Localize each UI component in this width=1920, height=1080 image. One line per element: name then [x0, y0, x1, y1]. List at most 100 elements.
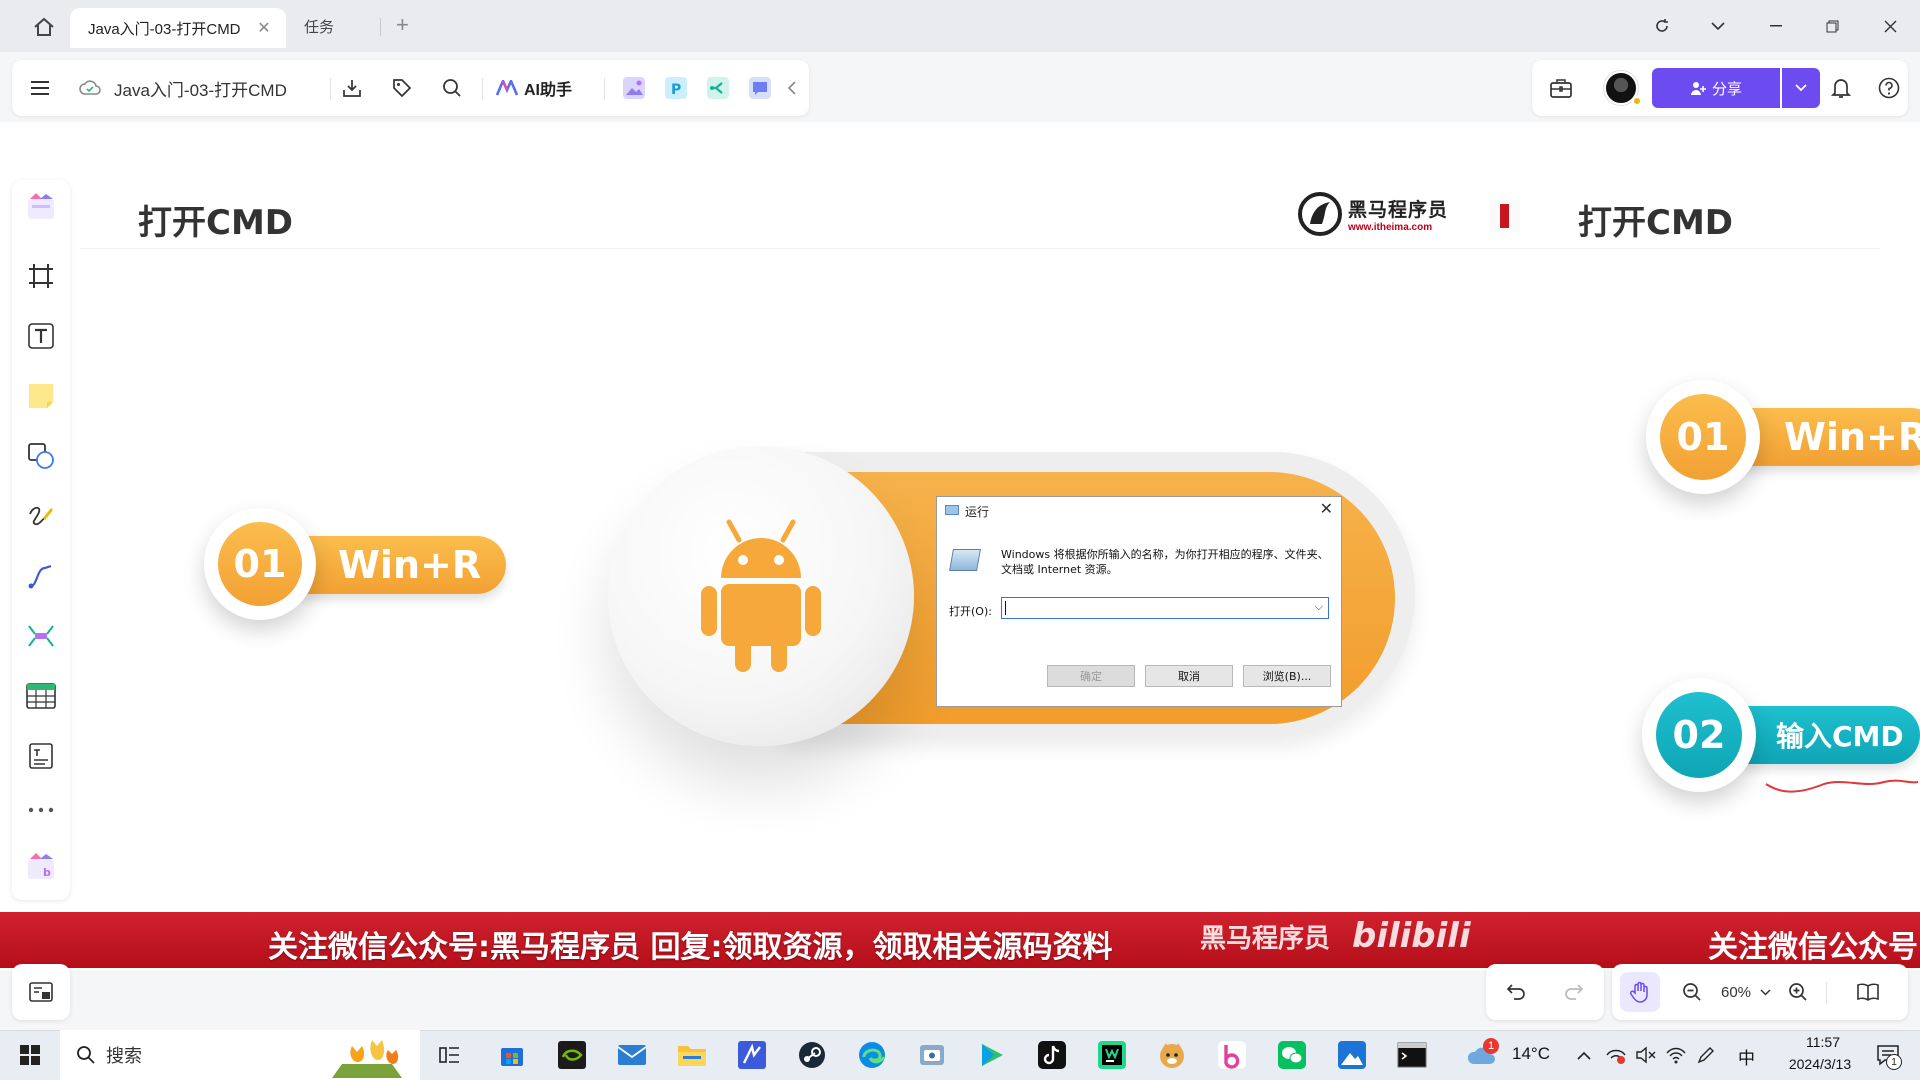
step-1-circle-right: 01: [1646, 380, 1760, 494]
user-add-icon: [1690, 82, 1706, 95]
zoom-dropdown-icon[interactable]: [1756, 978, 1774, 1006]
tulip-decoration-icon: [332, 1040, 402, 1078]
bilibili-icon[interactable]: [1216, 1039, 1248, 1071]
file-explorer-icon[interactable]: [676, 1039, 708, 1071]
connector-icon[interactable]: [25, 560, 57, 592]
edge-icon[interactable]: [856, 1039, 888, 1071]
video-player-icon[interactable]: [976, 1039, 1008, 1071]
zoom-in-icon[interactable]: [1782, 978, 1814, 1006]
tool-rail: b: [12, 180, 70, 900]
toolbar-divider: [604, 78, 605, 100]
restore-icon[interactable]: [1814, 12, 1850, 40]
menu-icon[interactable]: [26, 74, 54, 102]
undo-icon[interactable]: [1500, 978, 1532, 1006]
document-title[interactable]: Java入门-03-打开CMD: [114, 74, 314, 102]
book-icon[interactable]: [1852, 978, 1884, 1006]
chevron-down-icon[interactable]: [1700, 12, 1736, 40]
tab-document[interactable]: Java入门-03-打开CMD ✕: [70, 8, 286, 48]
logo-brand-text: 黑马程序员: [1348, 200, 1449, 221]
slide-title-right: 打开CMD: [1578, 203, 1734, 243]
more-icon[interactable]: [25, 794, 57, 826]
home-icon[interactable]: [28, 14, 60, 40]
taskbar-search-label: 搜索: [106, 1046, 142, 1066]
mail-icon[interactable]: [616, 1039, 648, 1071]
cloud-sync-icon: [78, 74, 102, 102]
table-icon[interactable]: [25, 680, 57, 712]
pen-icon[interactable]: [25, 500, 57, 532]
clock-time[interactable]: 11:57: [1788, 1034, 1858, 1050]
share-dropdown[interactable]: [1782, 68, 1820, 108]
sticky-note-icon[interactable]: [25, 380, 57, 412]
app-blue-icon[interactable]: [736, 1039, 768, 1071]
document-icon[interactable]: [25, 740, 57, 772]
close-window-icon[interactable]: [1872, 12, 1908, 40]
new-tab-icon[interactable]: +: [396, 12, 409, 38]
red-accent-mark: [1500, 204, 1509, 228]
store-icon[interactable]: [496, 1039, 528, 1071]
redo-icon[interactable]: [1558, 978, 1590, 1006]
intellij-icon[interactable]: [1096, 1039, 1128, 1071]
search-icon: [77, 1046, 95, 1064]
ai-assistant-button[interactable]: AI助手: [496, 74, 586, 102]
ai-image-icon[interactable]: [620, 74, 648, 102]
minimap-button[interactable]: [12, 964, 70, 1020]
wechat-icon[interactable]: [1276, 1039, 1308, 1071]
tag-icon[interactable]: [386, 74, 418, 102]
step-1-pill-right: Win+R: [1740, 408, 1920, 466]
toolbox-icon[interactable]: [1546, 74, 1576, 102]
app-camera-icon[interactable]: [916, 1039, 948, 1071]
windows-start-icon[interactable]: [14, 1039, 46, 1071]
steam-icon[interactable]: [796, 1039, 828, 1071]
terminal-icon[interactable]: [1396, 1039, 1428, 1071]
taskbar-search[interactable]: 搜索: [60, 1030, 420, 1080]
itheima-logo: 黑马程序员 www.itheima.com: [1298, 192, 1448, 236]
help-icon[interactable]: [1874, 74, 1904, 102]
run-title-icon: [945, 505, 959, 515]
text-tool-icon[interactable]: [25, 320, 57, 352]
mindmap-tool-icon[interactable]: [25, 620, 57, 652]
comment-icon[interactable]: [746, 74, 774, 102]
minimize-icon[interactable]: [1758, 12, 1794, 40]
bilibili-watermark: bilibili: [1352, 916, 1471, 956]
ppt-icon[interactable]: P: [662, 74, 690, 102]
share-button[interactable]: 分享: [1652, 68, 1780, 108]
tab-tasks[interactable]: 任务: [304, 16, 334, 37]
network-warning-icon[interactable]: [1602, 1039, 1630, 1071]
tray-expand-icon[interactable]: [1570, 1039, 1598, 1071]
minimap-icon: [29, 982, 53, 1002]
clock-date[interactable]: 2024/3/13: [1770, 1056, 1870, 1072]
share-label: 分享: [1711, 80, 1742, 98]
plugin-store-icon[interactable]: b: [25, 850, 57, 882]
task-view-icon[interactable]: [434, 1039, 466, 1071]
mindmap-icon[interactable]: [704, 74, 732, 102]
wifi-icon[interactable]: [1662, 1039, 1690, 1071]
template-icon[interactable]: [25, 190, 57, 222]
pen-input-icon[interactable]: [1692, 1039, 1720, 1071]
shape-icon[interactable]: [25, 440, 57, 472]
photos-app-icon[interactable]: [1336, 1039, 1368, 1071]
horse-logo-icon: [1298, 192, 1342, 236]
tiktok-icon[interactable]: [1036, 1039, 1068, 1071]
collapse-chevron-icon[interactable]: [782, 74, 802, 102]
zoom-out-icon[interactable]: [1676, 978, 1708, 1006]
bell-icon[interactable]: [1826, 74, 1856, 102]
collab-toolbar: 分享: [1532, 60, 1908, 116]
run-ok-button: 确定: [1047, 665, 1135, 687]
refresh-icon[interactable]: [1644, 12, 1680, 40]
slide-header-line: [80, 248, 1880, 249]
download-icon[interactable]: [336, 74, 368, 102]
search-icon[interactable]: [436, 74, 468, 102]
chevron-down-icon: [1795, 84, 1807, 92]
tab-close-icon[interactable]: ✕: [256, 18, 272, 38]
nvidia-icon[interactable]: [556, 1039, 588, 1071]
weather-temperature[interactable]: 14°C: [1512, 1044, 1550, 1064]
ai-logo-icon: [496, 80, 518, 96]
run-description: Windows 将根据你所输入的名称，为你打开相应的程序、文件夹、文档或 Int…: [1001, 548, 1329, 576]
volume-muted-icon[interactable]: [1632, 1039, 1660, 1071]
illustration-sphere: [608, 446, 914, 746]
doge-app-icon[interactable]: [1156, 1039, 1188, 1071]
ime-indicator[interactable]: 中: [1738, 1044, 1755, 1069]
zoom-level[interactable]: 60%: [1716, 978, 1756, 1006]
hand-icon[interactable]: [1624, 978, 1656, 1006]
frame-icon[interactable]: [25, 260, 57, 292]
